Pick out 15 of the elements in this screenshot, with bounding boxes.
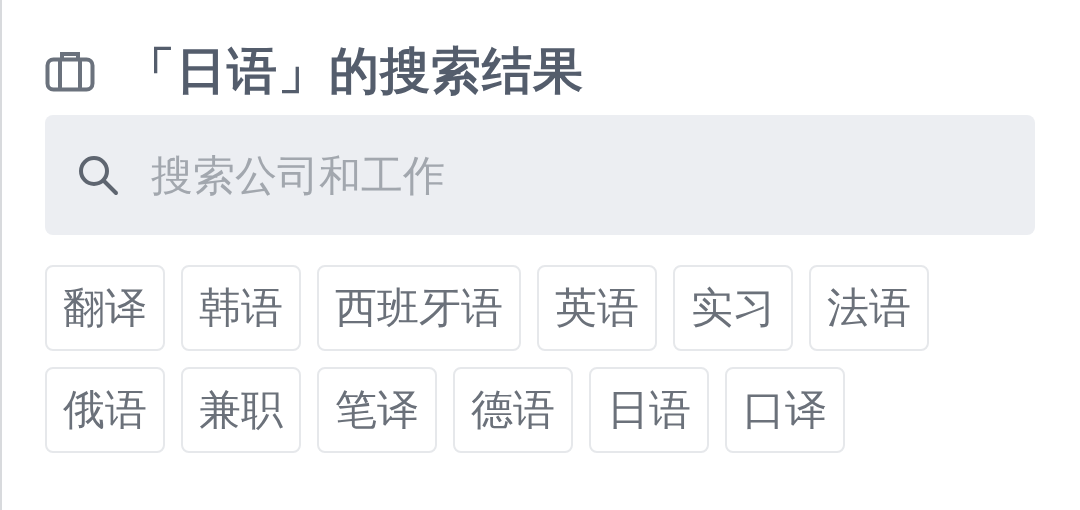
search-field[interactable]: 搜索公司和工作: [45, 115, 1035, 235]
page-title: 「日语」的搜索结果: [125, 40, 584, 102]
tag-chip[interactable]: 口译: [725, 367, 845, 453]
tag-chip[interactable]: 英语: [537, 265, 657, 351]
tag-chip[interactable]: 西班牙语: [317, 265, 521, 351]
tag-chip[interactable]: 翻译: [45, 265, 165, 351]
briefcase-icon: [45, 50, 95, 92]
tag-chip[interactable]: 实习: [673, 265, 793, 351]
tag-chip[interactable]: 日语: [589, 367, 709, 453]
tag-chip[interactable]: 笔译: [317, 367, 437, 453]
tag-chip[interactable]: 韩语: [181, 265, 301, 351]
tag-chip[interactable]: 兼职: [181, 367, 301, 453]
tag-chip[interactable]: 俄语: [45, 367, 165, 453]
tag-chip[interactable]: 德语: [453, 367, 573, 453]
tag-chip[interactable]: 法语: [809, 265, 929, 351]
